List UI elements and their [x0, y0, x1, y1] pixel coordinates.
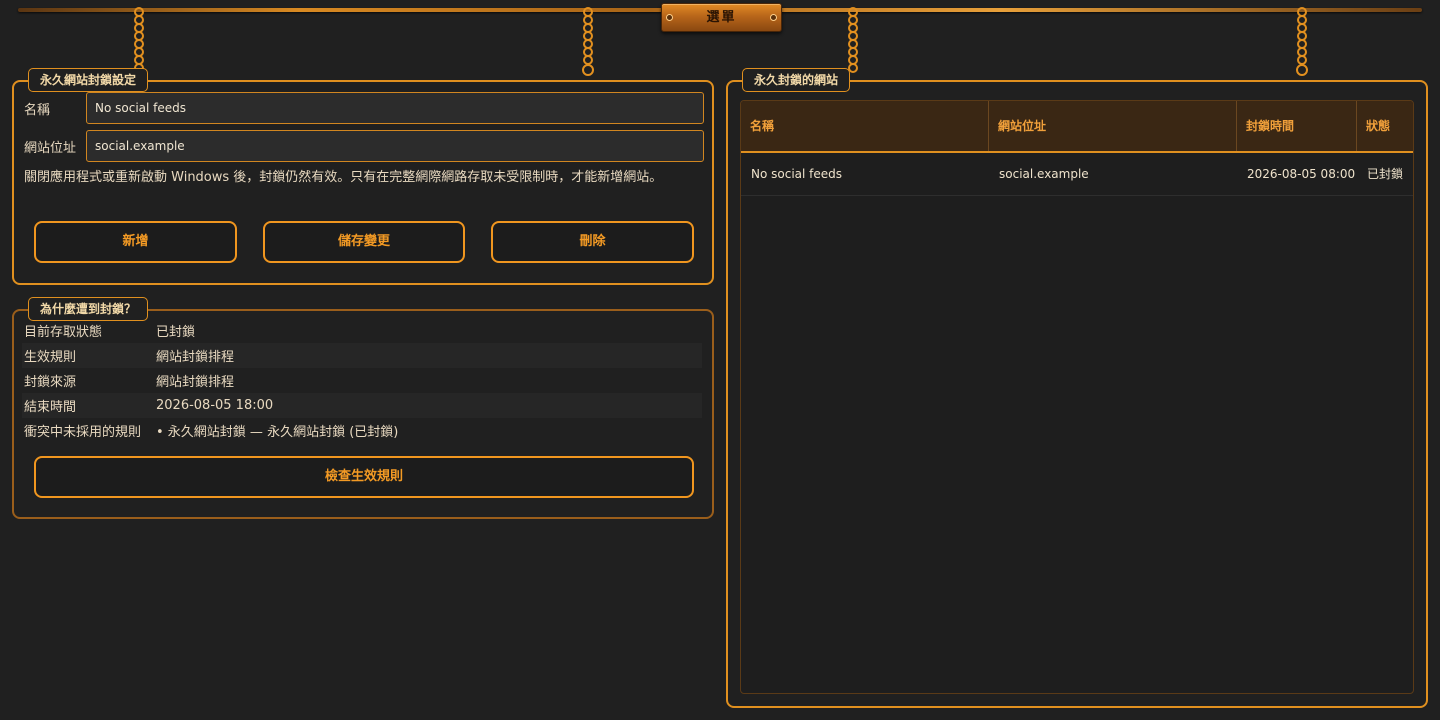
name-input[interactable] — [86, 92, 704, 124]
info-row-block-source: 封鎖來源 網站封鎖排程 — [22, 368, 702, 393]
info-value: 網站封鎖排程 — [156, 350, 235, 365]
menu-button[interactable]: 選單 — [661, 3, 782, 32]
blocked-sites-table: 名稱 網站位址 封鎖時間 狀態 No social feeds social.e… — [740, 100, 1414, 694]
url-label: 網站位址 — [24, 140, 77, 156]
add-button[interactable]: 新增 — [34, 221, 237, 263]
info-note: 關閉應用程式或重新啟動 Windows 後，封鎖仍然有效。只有在完整網際網路存取… — [24, 170, 663, 185]
chain-decoration — [1296, 7, 1308, 76]
info-key: 封鎖來源 — [24, 375, 77, 390]
menu-label: 選單 — [706, 10, 737, 25]
table-header: 名稱 網站位址 封鎖時間 狀態 — [741, 101, 1413, 153]
info-key: 結束時間 — [24, 400, 77, 415]
cell-url: social.example — [999, 167, 1089, 181]
url-field-row: 網站位址 — [24, 130, 86, 162]
panel-title: 永久封鎖的網站 — [742, 68, 851, 92]
check-active-rules-button[interactable]: 檢查生效規則 — [34, 456, 694, 498]
why-blocked-panel: 為什麼遭到封鎖？ 目前存取狀態 已封鎖 生效規則 網站封鎖排程 封鎖來源 網站封… — [12, 297, 714, 519]
info-key: 衝突中未採用的規則 — [24, 425, 142, 440]
table-row[interactable]: No social feeds social.example 2026-08-0… — [741, 153, 1413, 196]
rivet-icon — [666, 14, 673, 21]
info-row-active-rule: 生效規則 網站封鎖排程 — [22, 343, 702, 368]
rivet-icon — [770, 14, 777, 21]
save-changes-button[interactable]: 儲存變更 — [263, 221, 465, 263]
column-header-url[interactable]: 網站位址 — [989, 101, 1237, 151]
info-value: • 永久網站封鎖 — 永久網站封鎖 (已封鎖) — [156, 425, 399, 440]
delete-button[interactable]: 刪除 — [491, 221, 694, 263]
info-value: 已封鎖 — [156, 325, 196, 340]
block-settings-panel: 永久網站封鎖設定 名稱 網站位址 關閉應用程式或重新啟動 Windows 後，封… — [12, 68, 714, 285]
info-row-conflicting-rules: 衝突中未採用的規則 • 永久網站封鎖 — 永久網站封鎖 (已封鎖) — [22, 418, 702, 443]
url-input[interactable] — [86, 130, 704, 162]
column-header-time[interactable]: 封鎖時間 — [1237, 101, 1357, 151]
info-value: 網站封鎖排程 — [156, 375, 235, 390]
blocked-sites-panel: 永久封鎖的網站 名稱 網站位址 封鎖時間 狀態 No social feeds … — [726, 68, 1428, 708]
chain-decoration — [582, 7, 594, 76]
info-key: 生效規則 — [24, 350, 77, 365]
cell-name: No social feeds — [751, 167, 843, 181]
column-header-status[interactable]: 狀態 — [1357, 101, 1413, 151]
name-label: 名稱 — [24, 102, 51, 118]
name-field-row: 名稱 — [24, 92, 86, 124]
cell-status: 已封鎖 — [1367, 167, 1404, 181]
panel-title: 永久網站封鎖設定 — [28, 68, 149, 92]
cell-time: 2026-08-05 08:00 — [1247, 167, 1356, 181]
app-window: 選單 永久網站封鎖設定 名稱 網站位址 關閉應用程式或重新啟動 Windows … — [0, 0, 1440, 720]
info-value: 2026-08-05 18:00 — [156, 398, 274, 413]
info-row-access-status: 目前存取狀態 已封鎖 — [22, 318, 702, 343]
info-row-end-time: 結束時間 2026-08-05 18:00 — [22, 393, 702, 418]
info-key: 目前存取狀態 — [24, 325, 103, 340]
column-header-name[interactable]: 名稱 — [741, 101, 989, 151]
